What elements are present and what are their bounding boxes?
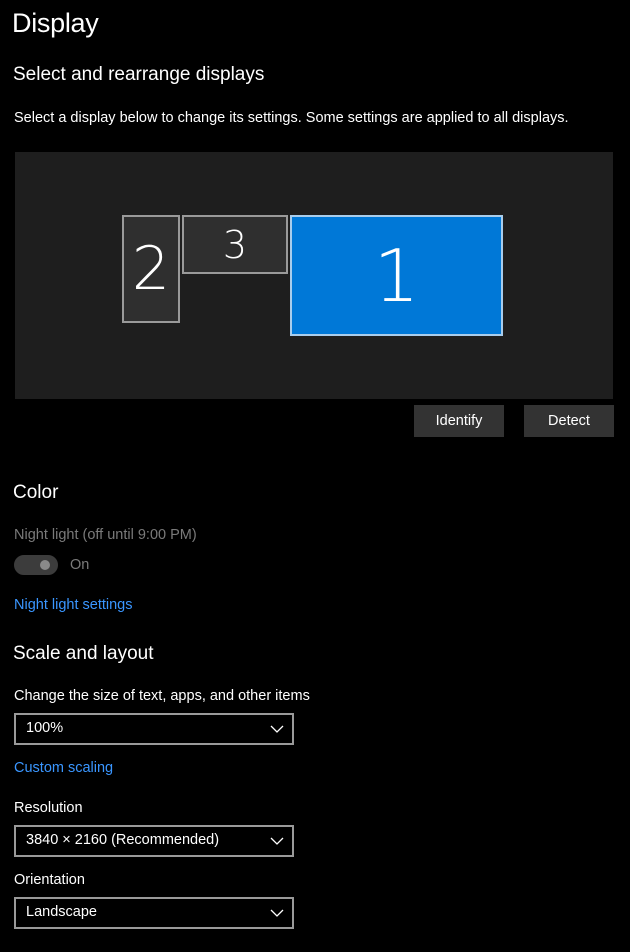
resolution-dropdown-value: 3840 × 2160 (Recommended) (26, 832, 220, 848)
display-arrangement-canvas[interactable]: 2 3 1 (15, 152, 613, 399)
monitor-3-number: 3 (222, 222, 248, 267)
monitor-2[interactable]: 2 (122, 215, 180, 323)
identify-button[interactable]: Identify (414, 405, 504, 437)
orientation-dropdown[interactable]: Landscape (14, 897, 294, 929)
monitor-3[interactable]: 3 (182, 215, 288, 274)
chevron-down-icon (270, 909, 284, 917)
orientation-dropdown-value: Landscape (26, 904, 97, 920)
custom-scaling-link[interactable]: Custom scaling (14, 760, 113, 776)
night-light-toggle-state: On (70, 557, 90, 573)
monitor-2-number: 2 (131, 234, 171, 304)
night-light-settings-link[interactable]: Night light settings (14, 597, 132, 613)
night-light-toggle[interactable] (14, 555, 58, 575)
night-light-label: Night light (off until 9:00 PM) (14, 527, 197, 543)
arrange-heading: Select and rearrange displays (13, 64, 265, 85)
page-title: Display (12, 8, 99, 38)
chevron-down-icon (270, 837, 284, 845)
chevron-down-icon (270, 725, 284, 733)
scale-dropdown-value: 100% (26, 720, 64, 736)
toggle-knob (40, 560, 50, 570)
monitor-1-number: 1 (373, 233, 420, 318)
orientation-label: Orientation (14, 872, 85, 888)
scale-layout-heading: Scale and layout (13, 643, 154, 664)
scale-dropdown[interactable]: 100% (14, 713, 294, 745)
arrange-description: Select a display below to change its set… (14, 110, 569, 126)
scale-label: Change the size of text, apps, and other… (14, 688, 310, 704)
resolution-dropdown[interactable]: 3840 × 2160 (Recommended) (14, 825, 294, 857)
detect-button[interactable]: Detect (524, 405, 614, 437)
monitor-1[interactable]: 1 (290, 215, 503, 336)
color-heading: Color (13, 482, 59, 503)
resolution-label: Resolution (14, 800, 83, 816)
